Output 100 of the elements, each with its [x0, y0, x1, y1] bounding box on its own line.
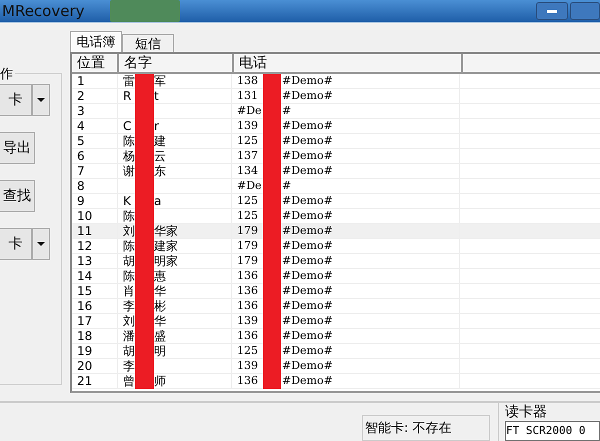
- table-cell-text: 138: [237, 74, 259, 88]
- table-row[interactable]: 14 陈 惠 136 #Demo#: [72, 269, 600, 284]
- table-row[interactable]: 9 K a 125 #Demo#: [72, 194, 600, 209]
- tab[interactable]: 短信: [122, 34, 174, 52]
- table-row[interactable]: 8 #De #: [72, 179, 600, 194]
- table-cell: #Demo#: [282, 239, 333, 253]
- table-cell: 胡: [123, 344, 135, 358]
- table-cell-text: C: [123, 119, 132, 133]
- redaction-bar: [263, 374, 281, 389]
- table-row[interactable]: 1 雷 军 138 #Demo#: [72, 74, 600, 89]
- column-header[interactable]: 名字: [119, 54, 234, 72]
- table-row[interactable]: 15 肖 华 136 #Demo#: [72, 284, 600, 299]
- table-cell-text: K: [123, 194, 132, 208]
- table-cell: #Demo#: [282, 254, 333, 268]
- table-cell: #Demo#: [282, 374, 333, 388]
- table-row[interactable]: 18 潘 盛 136 #Demo#: [72, 329, 600, 344]
- table-cell: 建家: [154, 239, 178, 253]
- action-button[interactable]: 卡: [0, 84, 32, 116]
- table-row[interactable]: 21 曾 师 136 #Demo#: [72, 374, 600, 389]
- table-cell-text: 139: [237, 119, 259, 133]
- redaction-bar: [263, 74, 281, 89]
- action-button[interactable]: 查找: [0, 180, 35, 212]
- table-cell: 陈: [123, 239, 135, 253]
- table-cell-text: 134: [237, 164, 259, 178]
- column-header[interactable]: 电话: [234, 54, 463, 72]
- dropdown-button[interactable]: [32, 84, 50, 116]
- action-button[interactable]: 卡: [0, 228, 32, 260]
- table-cell: #Demo#: [282, 314, 333, 328]
- table-cell: 肖: [123, 284, 135, 298]
- table-row[interactable]: 13 胡 明家 179 #Demo#: [72, 254, 600, 269]
- table-cell: 18: [72, 329, 118, 343]
- action-button[interactable]: 导出: [0, 132, 35, 164]
- table-row[interactable]: 3 #De #: [72, 104, 600, 119]
- table-cell: #Demo#: [282, 149, 333, 163]
- table-cell: 2: [72, 89, 118, 103]
- table-cell-text: 136: [237, 299, 259, 313]
- table-cell: 华: [154, 284, 166, 298]
- table-cell-text: 136: [237, 269, 259, 283]
- table-cell: t: [154, 89, 159, 103]
- table-cell: 刘: [123, 224, 135, 238]
- table-row[interactable]: 4 C r 139 #Demo#: [72, 119, 600, 134]
- table-row[interactable]: 16 李 彬 136 #Demo#: [72, 299, 600, 314]
- table-cell: 曾: [123, 374, 135, 388]
- table-row[interactable]: 20 李 139 #Demo#: [72, 359, 600, 374]
- table-cell: #Demo#: [282, 284, 333, 298]
- table-cell: #De: [237, 104, 263, 118]
- table-cell: #Demo#: [282, 209, 333, 223]
- table-row[interactable]: 2 R t 131 #Demo#: [72, 89, 600, 104]
- table-cell: #Demo#: [282, 359, 333, 373]
- table-cell: #Demo#: [282, 119, 333, 133]
- table-cell: #: [282, 179, 292, 193]
- table-row[interactable]: 6 杨 云 137 #Demo#: [72, 149, 600, 164]
- table-cell: #Demo#: [282, 344, 333, 358]
- table-cell: 3: [72, 104, 118, 118]
- table-cell: #: [282, 104, 292, 118]
- table-row[interactable]: 7 谢 东 134 #Demo#: [72, 164, 600, 179]
- table-cell: #Demo#: [282, 329, 333, 343]
- table-cell: 惠: [154, 269, 166, 283]
- table-cell-text: 179: [237, 254, 259, 268]
- table-row[interactable]: 12 陈 建家 179 #Demo#: [72, 239, 600, 254]
- table-cell: 师: [154, 374, 166, 388]
- logo-image: [110, 0, 180, 22]
- table-row[interactable]: 5 陈 建 125 #Demo#: [72, 134, 600, 149]
- table-cell: 12: [72, 239, 118, 253]
- table-cell: 云: [154, 149, 166, 163]
- column-header[interactable]: 位置: [72, 54, 119, 72]
- table-cell: 彬: [154, 299, 166, 313]
- table-cell: 潘: [123, 329, 135, 343]
- reader-field[interactable]: FT SCR2000 0: [505, 421, 600, 441]
- table-cell: #Demo#: [282, 269, 333, 283]
- table-cell: #Demo#: [282, 194, 333, 208]
- table-cell: #Demo#: [282, 299, 333, 313]
- table-cell: 李: [123, 299, 135, 313]
- redaction-bar: [135, 74, 154, 89]
- table-cell: 13: [72, 254, 118, 268]
- minimize-button[interactable]: [536, 2, 568, 20]
- table-cell: 5: [72, 134, 118, 148]
- table-cell: 东: [154, 164, 166, 178]
- table-row[interactable]: 17 刘 华 139 #Demo#: [72, 314, 600, 329]
- table-cell: 17: [72, 314, 118, 328]
- status-text: 智能卡: 不存在: [362, 415, 490, 441]
- dropdown-button[interactable]: [32, 228, 50, 260]
- table-cell: 20: [72, 359, 118, 373]
- table-cell: 7: [72, 164, 118, 178]
- table-cell: r: [154, 119, 159, 133]
- tab[interactable]: 电话簿: [70, 31, 122, 52]
- table-row[interactable]: 19 胡 明 125 #Demo#: [72, 344, 600, 359]
- table-cell: 谢: [123, 164, 135, 178]
- table-cell: 9: [72, 194, 118, 208]
- table-cell: 15: [72, 284, 118, 298]
- table-cell: 陈: [123, 134, 135, 148]
- table-cell-text: 131: [237, 89, 259, 103]
- table-cell: 华: [154, 314, 166, 328]
- table-cell: 陈: [123, 209, 135, 223]
- table-cell-text: 125: [237, 209, 259, 223]
- table-cell: 4: [72, 119, 118, 133]
- table-cell: #Demo#: [282, 164, 333, 178]
- table-row[interactable]: 11 刘 华家 179 #Demo#: [72, 224, 600, 239]
- table-cell: #Demo#: [282, 74, 333, 88]
- window-title: MRecovery: [1, 2, 86, 20]
